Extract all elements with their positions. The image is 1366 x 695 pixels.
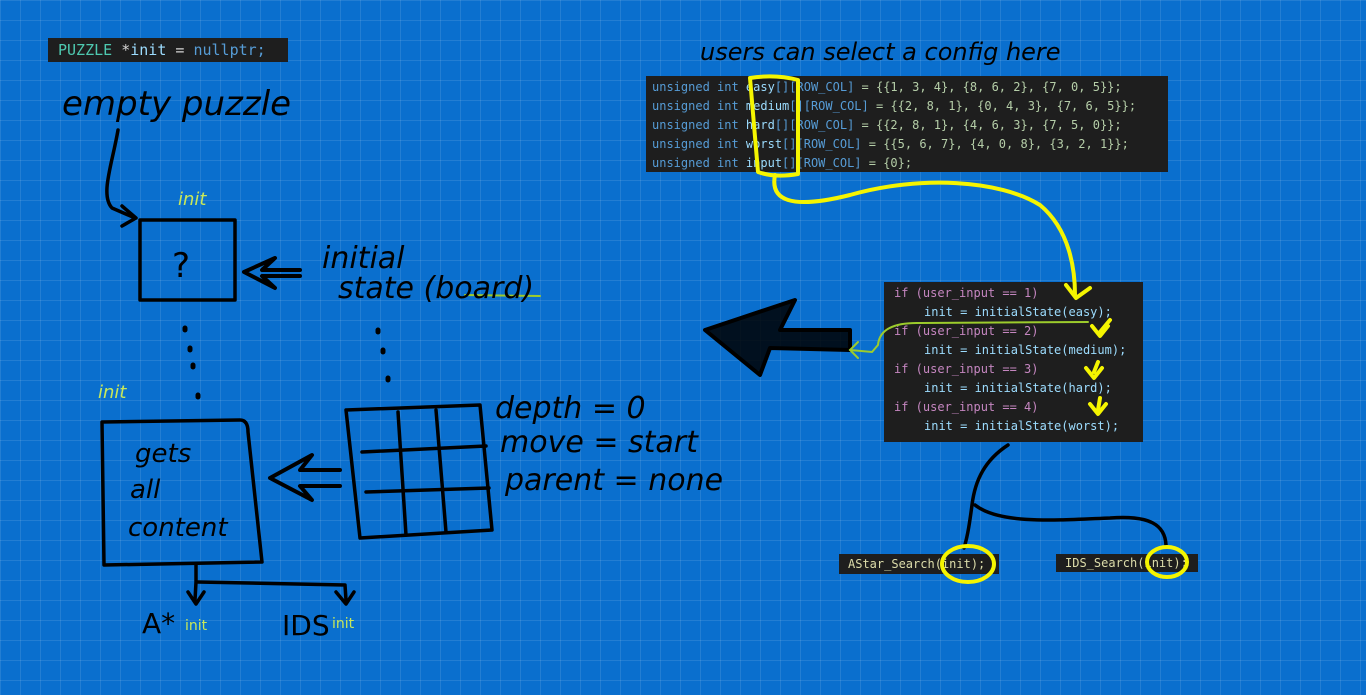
all-label: all bbox=[130, 475, 161, 505]
astar-init-label: init bbox=[185, 618, 208, 634]
branch-ids bbox=[196, 580, 348, 602]
question-mark: ? bbox=[172, 246, 190, 286]
depth-label: depth = 0 bbox=[495, 391, 646, 426]
init-label-box: init bbox=[178, 189, 207, 210]
highlight-circle-ids bbox=[1145, 545, 1189, 579]
dots-mid bbox=[375, 327, 391, 383]
empty-puzzle-label: empty puzzle bbox=[62, 84, 291, 124]
state-board-label: state (board) bbox=[338, 271, 534, 306]
branch-calls bbox=[962, 443, 1010, 550]
board-grid bbox=[344, 403, 494, 540]
dots-left bbox=[182, 325, 201, 400]
astar-label: A* bbox=[142, 607, 175, 640]
highlight-bracket bbox=[748, 74, 800, 178]
ink-overlay: users can select a config here empty puz… bbox=[62, 38, 1189, 642]
content-label: content bbox=[128, 513, 228, 543]
gets-label: gets bbox=[135, 439, 191, 469]
branch-astar bbox=[193, 563, 198, 602]
ids-init-label: init bbox=[332, 616, 355, 632]
scribble-arrow bbox=[703, 298, 852, 377]
move-label: move = start bbox=[500, 425, 699, 460]
ids-label: IDS bbox=[282, 609, 330, 642]
highlight-curve bbox=[772, 173, 1077, 297]
highlight-arrow-2 bbox=[1092, 360, 1100, 374]
init-label-content: init bbox=[98, 382, 127, 403]
highlight-circle-astar bbox=[940, 544, 996, 584]
arrow-to-content bbox=[268, 453, 342, 502]
green-line bbox=[849, 321, 1089, 354]
highlight-arrow-3 bbox=[1096, 396, 1102, 412]
parent-label: parent = none bbox=[504, 463, 723, 498]
left-arrow-state bbox=[242, 256, 302, 290]
users-select-label: users can select a config here bbox=[700, 38, 1061, 66]
